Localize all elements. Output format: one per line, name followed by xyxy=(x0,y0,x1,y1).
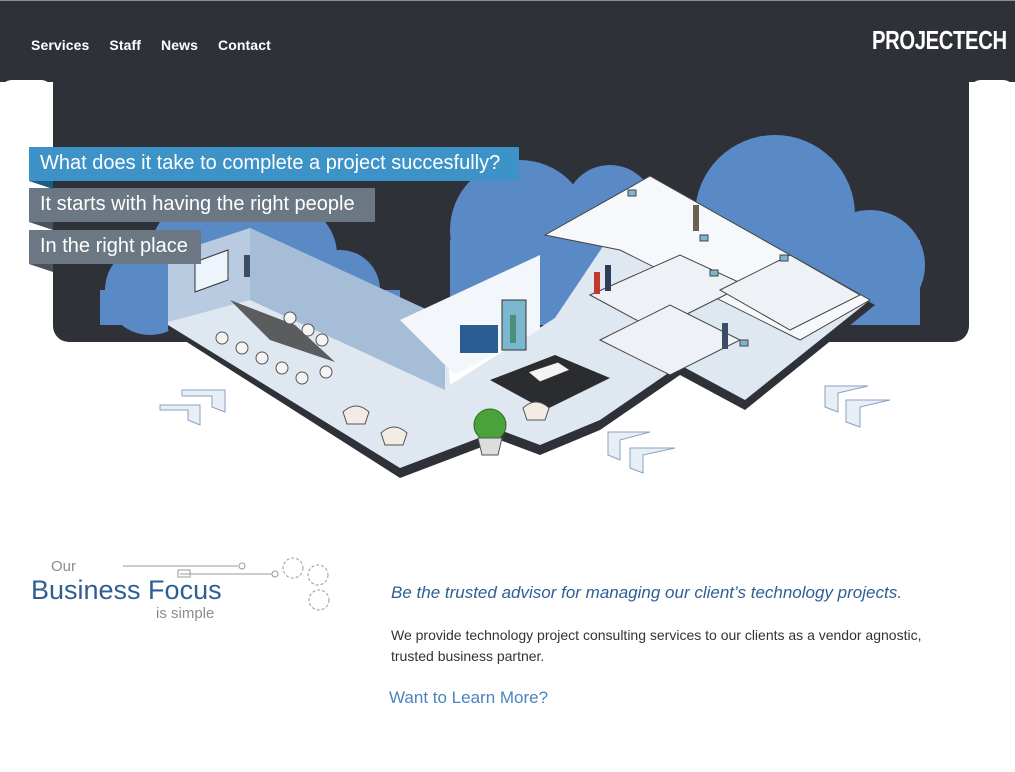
hero-callout-people: It starts with having the right people xyxy=(29,188,375,222)
chevron-decoration-left xyxy=(159,389,226,426)
focus-our-label: Our xyxy=(51,558,77,575)
learn-more-link[interactable]: Want to Learn More? xyxy=(389,688,548,708)
plant-icon xyxy=(473,408,507,456)
callout-fold-2 xyxy=(29,222,53,230)
chevron-decoration-center xyxy=(607,431,676,474)
tagline: Be the trusted advisor for managing our … xyxy=(391,583,902,602)
hero-callout-question: What does it take to complete a project … xyxy=(29,147,519,181)
description: We provide technology project consulting… xyxy=(391,627,922,664)
callout-fold-3 xyxy=(29,264,53,272)
callout-fold-1 xyxy=(29,181,53,189)
gear-circuit-icon xyxy=(123,557,330,611)
hero-callout-place: In the right place xyxy=(29,230,201,264)
chevron-decoration-right xyxy=(824,385,891,428)
